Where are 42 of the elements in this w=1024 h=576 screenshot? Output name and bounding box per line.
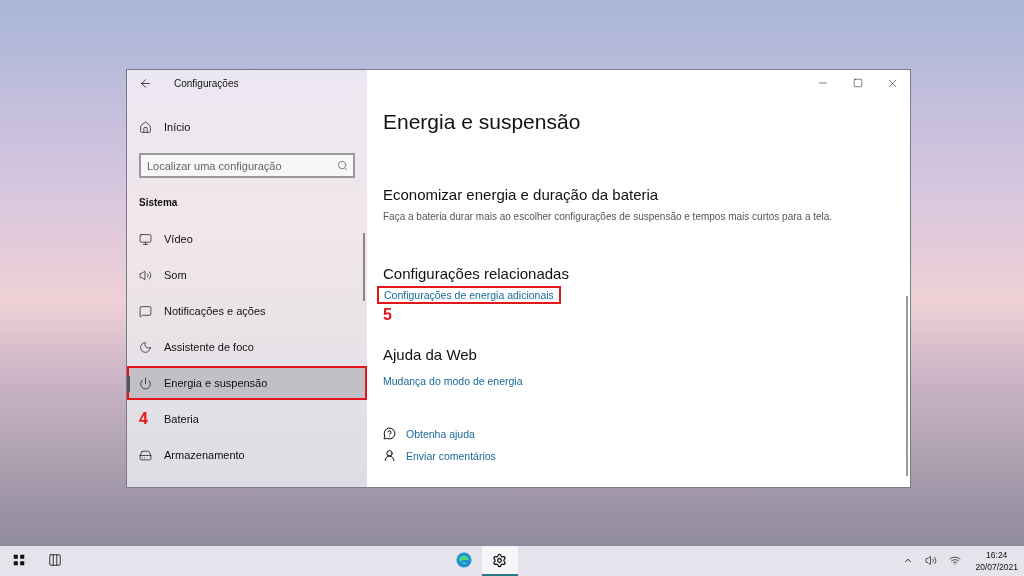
- notifications-icon: [139, 304, 152, 318]
- settings-taskbar-button[interactable]: [481, 546, 518, 576]
- sidebar-item[interactable]: Notificações e ações: [127, 294, 367, 328]
- sidebar-item[interactable]: 4 Bateria: [127, 402, 367, 436]
- person-icon: [383, 449, 396, 462]
- sidebar-item[interactable]: Vídeo: [127, 222, 367, 256]
- home-icon: [139, 120, 152, 134]
- back-button[interactable]: [139, 76, 152, 90]
- display-icon: [139, 232, 152, 246]
- selection-indicator: [127, 376, 130, 392]
- annotation-number: 5: [383, 306, 392, 324]
- search-icon: [337, 160, 348, 171]
- section-title: Sistema: [138, 196, 179, 210]
- annotation-number: 4: [139, 410, 149, 428]
- settings-link[interactable]: Configurações de energia adicionais: [377, 286, 561, 304]
- home-nav-item[interactable]: Início: [127, 110, 367, 144]
- sidebar-item[interactable]: Armazenamento: [127, 438, 367, 472]
- focus-icon: [139, 340, 152, 354]
- gear-icon: [492, 552, 507, 568]
- section-description: Faça a bateria durar mais ao escolher configurações de suspensão e tempos mais curtos para a tela.: [383, 211, 834, 222]
- browser-logo-icon: [455, 552, 472, 568]
- sidebar-item[interactable]: Som: [127, 258, 367, 292]
- sound-icon: [139, 268, 152, 282]
- clock[interactable]: 16:24 20/07/2021: [975, 549, 1018, 573]
- section-heading: Economizar energia e duração da bateria: [383, 186, 660, 203]
- help-link[interactable]: Obtenha ajuda: [406, 427, 475, 440]
- window-title: Configurações: [174, 77, 239, 89]
- settings-link[interactable]: Mudança do modo de energia: [383, 375, 523, 387]
- section-heading: Ajuda da Web: [383, 346, 478, 363]
- power-icon: [139, 376, 152, 390]
- sidebar-item[interactable]: Energia e suspensão: [127, 366, 367, 400]
- storage-icon: [139, 448, 152, 462]
- maximize-icon: [852, 78, 863, 88]
- sidebar-item[interactable]: Assistente de foco: [127, 330, 367, 364]
- section-heading: Configurações relacionadas: [383, 265, 570, 282]
- windows-logo-icon: [12, 553, 26, 567]
- help-link[interactable]: Enviar comentários: [406, 449, 496, 462]
- page-title: Energia e suspensão: [383, 110, 582, 134]
- chat-question-icon: [383, 427, 396, 440]
- scrollbar: [363, 233, 365, 301]
- search-field[interactable]: Localizar uma configuração: [139, 153, 355, 178]
- task-view-icon: [48, 553, 62, 567]
